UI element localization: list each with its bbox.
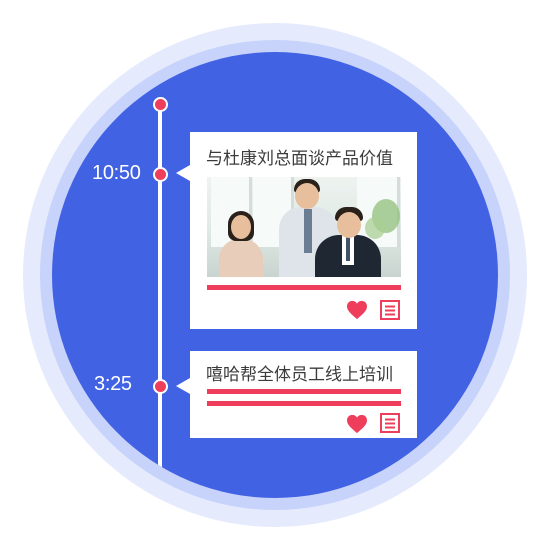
note-icon[interactable] <box>380 300 400 320</box>
accent-bar <box>207 389 401 394</box>
timeline-disc: 10:50 与杜康刘总面谈产品价值 3:25 嘻哈帮全体员工线上培训 <box>52 52 498 498</box>
timeline-start-dot <box>153 97 168 112</box>
timeline-dot <box>153 379 168 394</box>
timeline-card[interactable]: 与杜康刘总面谈产品价值 <box>176 132 417 329</box>
timeline-dot <box>153 167 168 182</box>
entry-time: 3:25 <box>94 373 132 395</box>
timeline-widget: 10:50 与杜康刘总面谈产品价值 3:25 嘻哈帮全体员工线上培训 <box>0 0 550 550</box>
meeting-photo[interactable] <box>207 177 401 277</box>
plant <box>365 217 385 239</box>
accent-bar <box>207 401 401 406</box>
note-icon[interactable] <box>380 413 400 433</box>
entry-time: 10:50 <box>92 162 141 184</box>
card-title: 与杜康刘总面谈产品价值 <box>206 149 393 169</box>
timeline-line <box>158 102 162 498</box>
accent-bar <box>207 285 401 290</box>
heart-icon[interactable] <box>346 414 368 434</box>
heart-icon[interactable] <box>346 300 368 320</box>
timeline-card[interactable]: 嘻哈帮全体员工线上培训 <box>176 351 417 438</box>
card-title: 嘻哈帮全体员工线上培训 <box>206 365 393 385</box>
